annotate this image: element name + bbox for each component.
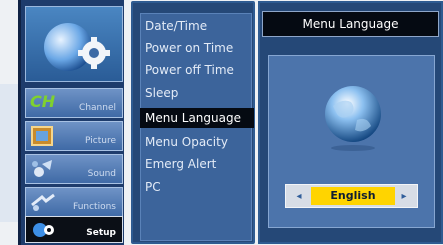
ch-icon: CH	[30, 92, 56, 111]
submenu-item-menu-opacity[interactable]: Menu Opacity	[145, 132, 228, 152]
globe-gear-icon	[44, 23, 110, 71]
menu-functions-label: Functions	[73, 202, 116, 212]
menu-setup-label: Setup	[86, 228, 116, 238]
language-selector[interactable]: ◂ English ▸	[285, 184, 418, 208]
arrow-left-icon[interactable]: ◂	[290, 188, 308, 206]
sound-icon	[32, 160, 52, 177]
setup-gear-icon	[33, 223, 54, 237]
menu-sound-label: Sound	[87, 169, 116, 179]
submenu-item-sleep[interactable]: Sleep	[145, 83, 178, 103]
detail-panel: Menu Language ◂ English ▸	[258, 1, 443, 244]
submenu-item-date-time[interactable]: Date/Time	[145, 16, 207, 36]
menu-functions-button[interactable]: Functions	[25, 187, 123, 217]
functions-icon	[31, 193, 55, 211]
setup-submenu-list: Date/Time Power on Time Power off Time S…	[140, 13, 254, 241]
menu-sound-button[interactable]: Sound	[25, 154, 123, 184]
submenu-item-menu-language[interactable]: Menu Language	[140, 108, 254, 128]
submenu-item-emerg-alert[interactable]: Emerg Alert	[145, 154, 216, 174]
menu-setup-button[interactable]: Setup	[25, 216, 123, 243]
detail-title: Menu Language	[262, 11, 439, 37]
submenu-item-power-off-time[interactable]: Power off Time	[145, 60, 234, 80]
menu-picture-label: Picture	[85, 136, 116, 146]
menu-channel-button[interactable]: CH Channel	[25, 88, 123, 118]
arrow-right-icon[interactable]: ▸	[395, 188, 413, 206]
setup-submenu-panel: Date/Time Power on Time Power off Time S…	[131, 1, 255, 244]
main-menu-panel: CH Channel Picture Sound Functions Setup	[18, 0, 124, 245]
menu-channel-label: Channel	[79, 103, 116, 113]
submenu-item-power-on-time[interactable]: Power on Time	[145, 38, 233, 58]
submenu-item-pc[interactable]: PC	[145, 177, 161, 197]
language-value: English	[311, 187, 395, 205]
globe-icon	[325, 86, 381, 151]
picture-icon	[31, 126, 53, 146]
detail-body: ◂ English ▸	[268, 55, 435, 228]
menu-picture-button[interactable]: Picture	[25, 121, 123, 151]
setup-header-graphic	[25, 6, 123, 82]
